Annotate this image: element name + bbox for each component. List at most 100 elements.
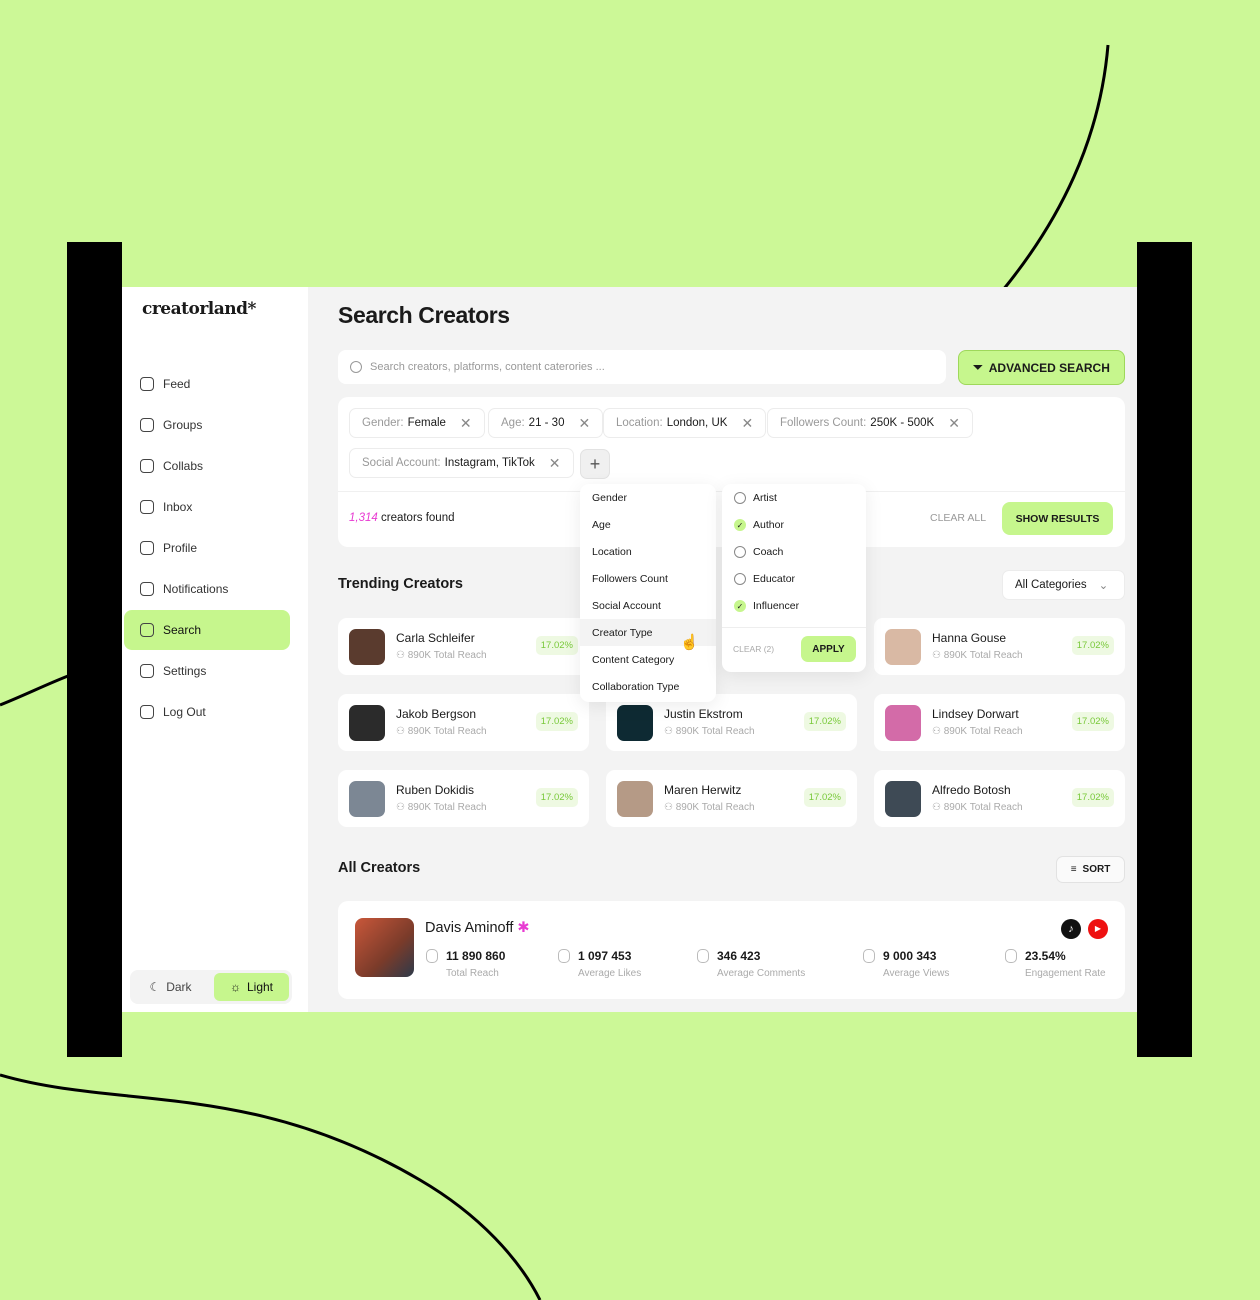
sidebar-item-search[interactable]: Search bbox=[124, 610, 290, 650]
moon-icon: ☾ bbox=[149, 980, 161, 994]
clear-selection-button[interactable]: CLEAR (2) bbox=[733, 644, 774, 654]
total-reach: ⚇ 890K Total Reach bbox=[932, 650, 1023, 661]
advanced-search-button[interactable]: ⏷ ADVANCED SEARCH bbox=[958, 350, 1125, 385]
checkbox-checked-icon[interactable]: ✓ bbox=[734, 518, 746, 531]
menu-item[interactable]: Location bbox=[580, 538, 716, 565]
category-select[interactable]: All Categories ⌄ bbox=[1002, 570, 1125, 600]
avatar bbox=[355, 918, 414, 977]
users-icon: ⚇ bbox=[932, 726, 944, 737]
search-input[interactable]: Search creators, platforms, content cate… bbox=[338, 350, 946, 384]
trending-creator-card[interactable]: Carla Schleifer ⚇ 890K Total Reach 17.02% bbox=[338, 618, 589, 675]
avatar bbox=[349, 629, 385, 665]
menu-item[interactable]: Gender bbox=[580, 484, 716, 511]
reach-text: 890K Total Reach bbox=[407, 802, 487, 813]
sidebar-item-collabs[interactable]: Collabs bbox=[124, 446, 290, 486]
add-filter-button[interactable]: + bbox=[580, 449, 610, 479]
trending-creator-card[interactable]: Lindsey Dorwart ⚇ 890K Total Reach 17.02% bbox=[874, 694, 1125, 751]
stat: 346 423 Average Comments bbox=[697, 949, 805, 979]
close-icon[interactable]: ✕ bbox=[578, 415, 590, 432]
sidebar-item-notifications[interactable]: Notifications bbox=[124, 569, 290, 609]
total-reach: ⚇ 890K Total Reach bbox=[396, 650, 487, 661]
trending-creator-card[interactable]: Jakob Bergson ⚇ 890K Total Reach 17.02% bbox=[338, 694, 589, 751]
filter-chip[interactable]: Location: London, UK ✕ bbox=[603, 408, 767, 438]
chat-icon bbox=[140, 500, 154, 514]
stat: 23.54% Engagement Rate bbox=[1005, 949, 1106, 979]
apply-button[interactable]: APPLY bbox=[801, 636, 856, 662]
engagement-badge: 17.02% bbox=[803, 788, 846, 807]
option-label: Influencer bbox=[753, 599, 800, 612]
users-icon: ⚇ bbox=[396, 802, 408, 813]
trending-creator-card[interactable]: Justin Ekstrom ⚇ 890K Total Reach 17.02% bbox=[606, 694, 857, 751]
filter-chip[interactable]: Age: 21 - 30 ✕ bbox=[488, 408, 604, 438]
creator-type-option[interactable]: Educator bbox=[722, 565, 866, 592]
reach-text: 890K Total Reach bbox=[675, 802, 755, 813]
creator-type-option[interactable]: Artist bbox=[722, 484, 866, 511]
creator-type-option[interactable]: ✓ Influencer bbox=[722, 592, 866, 619]
sidebar-item-inbox[interactable]: Inbox bbox=[124, 487, 290, 527]
total-reach: ⚇ 890K Total Reach bbox=[664, 802, 755, 813]
sidebar-item-groups[interactable]: Groups bbox=[124, 405, 290, 445]
light-mode-button[interactable]: ☼ Light bbox=[214, 973, 289, 1001]
dark-mode-button[interactable]: ☾ Dark bbox=[133, 973, 208, 1001]
radio-icon[interactable] bbox=[734, 545, 746, 558]
users-icon: ⚇ bbox=[664, 802, 676, 813]
trending-creator-card[interactable]: Ruben Dokidis ⚇ 890K Total Reach 17.02% bbox=[338, 770, 589, 827]
trending-creator-card[interactable]: Maren Herwitz ⚇ 890K Total Reach 17.02% bbox=[606, 770, 857, 827]
creator-type-option[interactable]: ✓ Author bbox=[722, 511, 866, 538]
creator-name: Alfredo Botosh bbox=[932, 783, 1011, 797]
creator-row[interactable]: Davis Aminoff ✱ ♪ ▶ 11 890 860 Total Reac… bbox=[338, 901, 1125, 999]
total-reach: ⚇ 890K Total Reach bbox=[396, 802, 487, 813]
close-icon[interactable]: ✕ bbox=[549, 455, 561, 472]
checkbox-checked-icon[interactable]: ✓ bbox=[734, 599, 746, 612]
sort-button[interactable]: ≡ SORT bbox=[1056, 856, 1125, 883]
users-icon: ⚇ bbox=[932, 802, 944, 813]
creator-name: Carla Schleifer bbox=[396, 631, 475, 645]
menu-item[interactable]: Followers Count bbox=[580, 565, 716, 592]
sidebar-item-profile[interactable]: Profile bbox=[124, 528, 290, 568]
youtube-icon[interactable]: ▶ bbox=[1088, 919, 1108, 939]
creator-type-panel: Artist ✓ Author Coach Educator ✓ Influencer CL… bbox=[722, 484, 866, 672]
count-label: creators found bbox=[380, 512, 455, 524]
sidebar-item-log-out[interactable]: Log Out bbox=[124, 692, 290, 732]
stat: 9 000 343 Average Views bbox=[863, 949, 949, 979]
trending-creator-card[interactable]: Hanna Gouse ⚇ 890K Total Reach 17.02% bbox=[874, 618, 1125, 675]
pointer-cursor-icon: ☝ bbox=[680, 634, 699, 651]
menu-item[interactable]: Age bbox=[580, 511, 716, 538]
close-icon[interactable]: ✕ bbox=[460, 415, 472, 432]
trending-creator-card[interactable]: Alfredo Botosh ⚇ 890K Total Reach 17.02% bbox=[874, 770, 1125, 827]
menu-item[interactable]: Collaboration Type bbox=[580, 673, 716, 700]
option-label: Artist bbox=[753, 491, 777, 504]
engagement-badge: 17.02% bbox=[535, 712, 578, 731]
reach-text: 890K Total Reach bbox=[943, 650, 1023, 661]
creator-name[interactable]: Davis Aminoff ✱ bbox=[425, 920, 530, 936]
light-label: Light bbox=[246, 980, 274, 994]
total-reach: ⚇ 890K Total Reach bbox=[932, 726, 1023, 737]
show-results-button[interactable]: SHOW RESULTS bbox=[1002, 502, 1113, 535]
filter-type-menu: Gender Age Location Followers Count Social A… bbox=[580, 484, 716, 702]
close-icon[interactable]: ✕ bbox=[948, 415, 960, 432]
tiktok-icon[interactable]: ♪ bbox=[1061, 919, 1081, 939]
clear-all-button[interactable]: CLEAR ALL bbox=[930, 512, 986, 524]
filter-key: Age: bbox=[501, 417, 525, 429]
close-icon[interactable]: ✕ bbox=[741, 415, 753, 432]
filter-chip[interactable]: Social Account: Instagram, TikTok ✕ bbox=[349, 448, 574, 478]
theme-toggle[interactable]: ☾ Dark ☼ Light bbox=[130, 970, 292, 1004]
sidebar-item-settings[interactable]: Settings bbox=[124, 651, 290, 691]
dark-label: Dark bbox=[166, 980, 192, 994]
sidebar-item-label: Feed bbox=[163, 377, 191, 391]
sidebar-item-label: Inbox bbox=[163, 500, 193, 514]
filter-chip[interactable]: Gender: Female ✕ bbox=[349, 408, 485, 438]
bell-icon bbox=[140, 582, 154, 596]
engagement-badge: 17.02% bbox=[535, 788, 578, 807]
filter-chip[interactable]: Followers Count: 250K - 500K ✕ bbox=[767, 408, 973, 438]
radio-icon[interactable] bbox=[734, 572, 746, 585]
option-label: Coach bbox=[753, 545, 784, 558]
creator-type-option[interactable]: Coach bbox=[722, 538, 866, 565]
creator-name: Maren Herwitz bbox=[664, 783, 742, 797]
sidebar-item-feed[interactable]: Feed bbox=[124, 364, 290, 404]
menu-item[interactable]: Social Account bbox=[580, 592, 716, 619]
avatar bbox=[349, 705, 385, 741]
radio-icon[interactable] bbox=[734, 491, 746, 504]
reach-text: 890K Total Reach bbox=[407, 650, 487, 661]
advanced-search-label: ADVANCED SEARCH bbox=[988, 360, 1110, 375]
